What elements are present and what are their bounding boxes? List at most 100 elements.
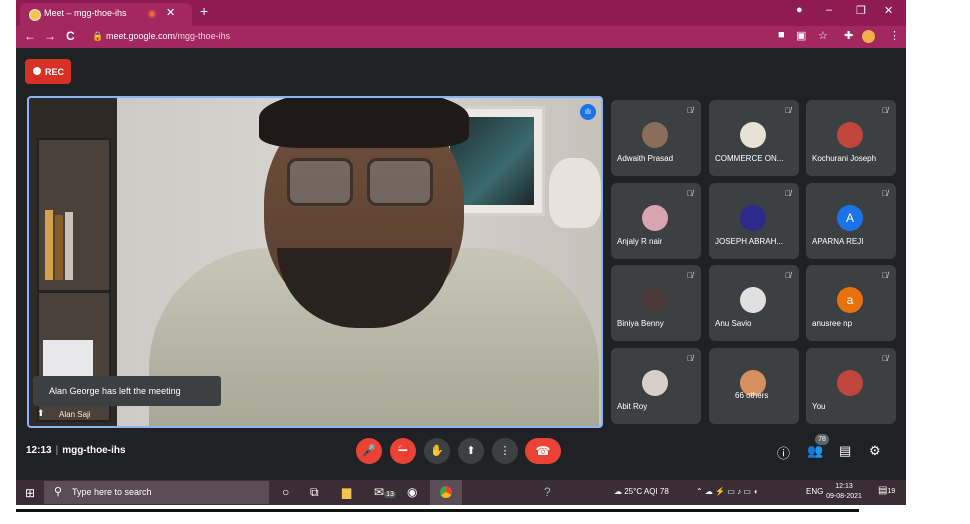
camera-off-button[interactable]: ⛔ bbox=[390, 438, 416, 464]
mic-muted-icon: 🎙̸ bbox=[882, 354, 888, 363]
language-indicator[interactable]: ENG bbox=[806, 487, 823, 496]
activities-icon[interactable]: ⚙ bbox=[869, 443, 881, 459]
avatar: A bbox=[837, 205, 863, 231]
new-tab-button[interactable]: + bbox=[200, 3, 208, 19]
browser-tab-meet[interactable]: Meet – mgg-thoe-ihs ✕ bbox=[20, 3, 192, 26]
tab-title: Meet – mgg-thoe-ihs bbox=[44, 8, 127, 18]
recording-badge: REC bbox=[25, 59, 71, 84]
glasses-left bbox=[287, 158, 353, 206]
participant-tile[interactable]: 🎙̸ Biniya Benny bbox=[611, 265, 701, 341]
maximize-button[interactable]: ❐ bbox=[856, 4, 866, 17]
participant-tile[interactable]: 🎙̸ COMMERCE ON... bbox=[709, 100, 799, 176]
url-field[interactable]: 🔒 meet.google.com/mgg-thoe-ihs bbox=[86, 28, 776, 46]
leave-call-button[interactable]: ☎ bbox=[525, 438, 561, 464]
participant-name: You bbox=[812, 402, 826, 411]
participant-name: APARNA REJI bbox=[812, 237, 864, 246]
participant-tile[interactable]: 🎙̸ Anu Savio bbox=[709, 265, 799, 341]
screen: Meet – mgg-thoe-ihs ✕ + ● – ❐ ✕ ← → C 🔒 … bbox=[16, 0, 906, 505]
weather-widget[interactable]: ☁ 25°C AQI 78 bbox=[614, 487, 669, 496]
windows-start-icon[interactable]: ⊞ bbox=[25, 486, 35, 500]
chat-icon[interactable]: ▤ bbox=[839, 443, 851, 459]
main-speaker-video[interactable]: ılı Alan George has left the meeting ⬆ A… bbox=[27, 96, 603, 428]
mic-muted-icon: 🎙̸ bbox=[785, 271, 791, 280]
obs-icon[interactable]: ◉ bbox=[407, 485, 417, 499]
mic-muted-icon: 🎙̸ bbox=[785, 189, 791, 198]
window-close-button[interactable]: ✕ bbox=[884, 4, 893, 17]
participant-name: Biniya Benny bbox=[617, 319, 664, 328]
participant-tile[interactable]: 66 others bbox=[709, 348, 799, 424]
search-icon: ⚲ bbox=[54, 486, 63, 498]
camera-icon[interactable]: ■ bbox=[778, 29, 785, 41]
speaking-indicator-icon: ılı bbox=[580, 104, 596, 120]
browser-tab-bar: Meet – mgg-thoe-ihs ✕ + ● – ❐ ✕ bbox=[16, 0, 906, 26]
recording-indicator-icon bbox=[148, 10, 156, 18]
chrome-taskbar-button[interactable] bbox=[430, 480, 462, 505]
help-icon[interactable]: ? bbox=[544, 485, 551, 499]
mic-muted-icon: 🎙̸ bbox=[687, 271, 693, 280]
participant-name: Anu Savio bbox=[715, 319, 752, 328]
glasses-right bbox=[367, 158, 433, 206]
avatar bbox=[642, 205, 668, 231]
profile-dot-icon[interactable]: ● bbox=[796, 4, 803, 16]
avatar bbox=[642, 122, 668, 148]
search-placeholder: Type here to search bbox=[72, 487, 152, 497]
participant-tile[interactable]: 🎙̸ Abit Roy bbox=[611, 348, 701, 424]
mic-muted-icon: 🎙̸ bbox=[687, 354, 693, 363]
participant-tile[interactable]: 🎙̸ Anjaly R nair bbox=[611, 183, 701, 259]
present-button[interactable]: ⬆ bbox=[458, 438, 484, 464]
mail-icon[interactable]: ✉ 13 bbox=[374, 485, 396, 499]
translate-icon[interactable]: ▣ bbox=[796, 29, 806, 42]
participant-tile[interactable]: 🎙̸ JOSEPH ABRAH... bbox=[709, 183, 799, 259]
file-explorer-icon[interactable]: ▆ bbox=[342, 485, 351, 499]
participant-tile[interactable]: 🎙̸ A APARNA REJI bbox=[806, 183, 896, 259]
participant-tile[interactable]: 🎙̸ You bbox=[806, 348, 896, 424]
mic-off-button[interactable]: 🎤 bbox=[356, 438, 382, 464]
cortana-icon[interactable]: ○ bbox=[282, 485, 289, 499]
participant-name: JOSEPH ABRAH... bbox=[715, 237, 784, 246]
participant-name: Adwaith Prasad bbox=[617, 154, 674, 163]
taskbar-search-box[interactable]: ⚲ Type here to search bbox=[44, 481, 269, 504]
notifications-icon[interactable]: ▤19 bbox=[878, 485, 895, 496]
avatar bbox=[837, 370, 863, 396]
info-icon[interactable]: ⓘ bbox=[777, 443, 790, 462]
teddy-bear bbox=[549, 158, 601, 228]
meeting-info: 12:13 | mgg-thoe-ihs bbox=[26, 445, 126, 456]
windows-taskbar: ⊞ ⚲ Type here to search ○ ⧉ ▆ ✉ 13 ◉ ? ☁ … bbox=[16, 480, 906, 505]
people-count-badge: 78 bbox=[815, 434, 829, 445]
extensions-icon[interactable]: ✚ bbox=[844, 29, 853, 42]
tab-close-button[interactable]: ✕ bbox=[166, 6, 175, 19]
mic-muted-icon: 🎙̸ bbox=[882, 106, 888, 115]
mic-muted-icon: 🎙̸ bbox=[687, 106, 693, 115]
taskbar-clock[interactable]: 12:13 09-08-2021 bbox=[826, 482, 862, 502]
lock-icon: 🔒 bbox=[92, 31, 104, 41]
avatar bbox=[740, 287, 766, 313]
page-underline bbox=[16, 509, 859, 512]
chrome-icon bbox=[440, 486, 452, 498]
participant-tile[interactable]: 🎙̸ Kochurani Joseph bbox=[806, 100, 896, 176]
people-icon[interactable]: 👥 bbox=[807, 443, 823, 459]
back-button[interactable]: ← bbox=[24, 29, 36, 43]
raise-hand-button[interactable]: ✋ bbox=[424, 438, 450, 464]
task-view-icon[interactable]: ⧉ bbox=[310, 485, 319, 500]
url-text: meet.google.com/mgg-thoe-ihs bbox=[106, 31, 231, 41]
reload-button[interactable]: C bbox=[66, 29, 75, 43]
minimize-button[interactable]: – bbox=[826, 4, 832, 16]
mic-muted-icon: 🎙̸ bbox=[882, 271, 888, 280]
avatar bbox=[740, 122, 766, 148]
participant-tile[interactable]: 🎙̸ a anusree np bbox=[806, 265, 896, 341]
avatar bbox=[837, 122, 863, 148]
mic-muted-icon: 🎙̸ bbox=[882, 189, 888, 198]
pin-icon: ⬆ bbox=[37, 408, 45, 418]
system-tray-icons[interactable]: ⌃ ☁ ⚡ ▭ ♪ ▭ ◖ bbox=[696, 487, 758, 496]
more-options-button[interactable]: ⋮ bbox=[492, 438, 518, 464]
mic-muted-icon: 🎙̸ bbox=[687, 189, 693, 198]
browser-address-bar: ← → C 🔒 meet.google.com/mgg-thoe-ihs ■ ▣… bbox=[16, 26, 906, 48]
notification-toast: Alan George has left the meeting bbox=[33, 376, 221, 406]
record-dot-icon bbox=[33, 67, 41, 75]
star-icon[interactable]: ☆ bbox=[818, 29, 828, 42]
avatar: a bbox=[837, 287, 863, 313]
forward-button[interactable]: → bbox=[44, 29, 56, 43]
participant-tile[interactable]: 🎙̸ Adwaith Prasad bbox=[611, 100, 701, 176]
menu-icon[interactable]: ⋮ bbox=[889, 29, 900, 42]
profile-icon[interactable] bbox=[862, 30, 875, 43]
